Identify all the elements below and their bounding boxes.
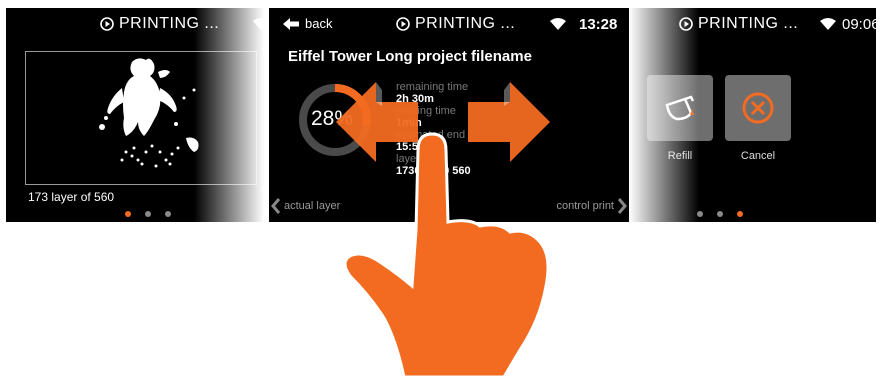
hand-pointer-icon: [343, 132, 550, 377]
swipe-gesture-overlay: [336, 82, 550, 377]
arrow-left-icon: [336, 82, 418, 162]
arrow-right-icon: [468, 82, 550, 162]
